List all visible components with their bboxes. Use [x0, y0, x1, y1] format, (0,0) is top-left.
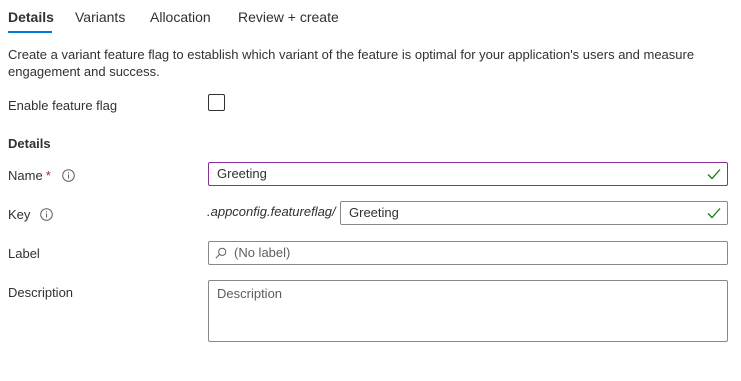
name-label: Name	[8, 168, 43, 183]
details-section-title: Details	[8, 136, 51, 151]
label-dropdown[interactable]: (No label)	[208, 241, 728, 265]
tab-variants[interactable]: Variants	[75, 8, 125, 26]
search-icon	[215, 247, 227, 259]
description-label: Description	[8, 285, 74, 300]
check-icon	[707, 208, 721, 219]
feature-flag-form: Details Variants Allocation Review + cre…	[0, 0, 741, 381]
name-input-value: Greeting	[217, 166, 267, 181]
enable-flag-checkbox[interactable]	[208, 94, 225, 111]
label-placeholder: (No label)	[234, 245, 291, 260]
info-icon[interactable]	[40, 208, 53, 221]
tab-allocation[interactable]: Allocation	[150, 8, 211, 26]
tab-bar: Details Variants Allocation Review + cre…	[0, 0, 741, 36]
info-icon[interactable]	[62, 169, 76, 182]
name-label-row: Name *	[8, 167, 76, 184]
required-asterisk: *	[45, 168, 51, 183]
key-input[interactable]: Greeting	[340, 201, 728, 225]
enable-flag-label: Enable feature flag	[8, 98, 118, 113]
active-tab-indicator	[8, 31, 52, 33]
key-label: Key	[8, 207, 31, 222]
check-icon	[707, 169, 721, 180]
key-prefix: .appconfig.featureflag/	[207, 204, 336, 219]
tab-details[interactable]: Details	[8, 8, 54, 26]
label-field-label: Label	[8, 246, 40, 261]
name-input[interactable]: Greeting	[208, 162, 728, 186]
key-label-row: Key	[8, 206, 53, 223]
intro-text: Create a variant feature flag to establi…	[8, 47, 695, 79]
tab-review-create[interactable]: Review + create	[238, 8, 339, 26]
key-input-value: Greeting	[349, 205, 399, 220]
description-placeholder: Description	[217, 286, 283, 301]
description-textarea[interactable]: Description	[208, 280, 728, 342]
